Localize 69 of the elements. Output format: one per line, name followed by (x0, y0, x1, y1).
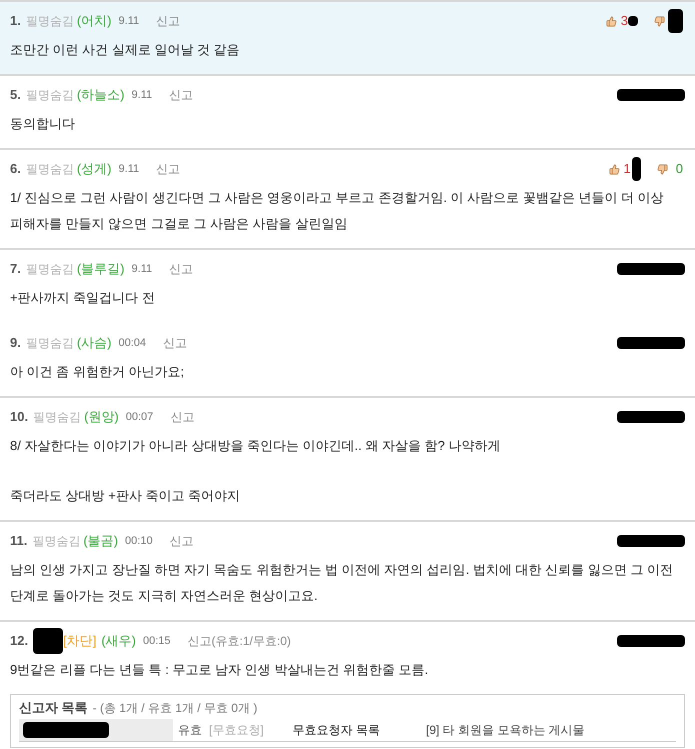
redaction-mark (617, 89, 685, 101)
report-status: 유효 (178, 722, 202, 738)
author-name: 필명숨김 (32, 533, 80, 550)
requesters-list-link[interactable]: 무효요청자 목록 (292, 720, 380, 738)
report-link[interactable]: 신고 (170, 532, 194, 550)
comment-time: 9.11 (118, 162, 140, 177)
comment-time: 00:04 (118, 336, 146, 351)
comment-time: 00:07 (126, 410, 154, 425)
report-link[interactable]: 신고(유효:1/무효:0) (188, 632, 291, 650)
author-name: 필명숨김 (26, 335, 74, 352)
comment-text: +판사까지 죽일겁니다 전 (10, 289, 156, 307)
comment-number: 11. (10, 532, 28, 550)
comment-time: 9.11 (118, 14, 140, 29)
redaction-mark (617, 263, 685, 275)
comment-number: 1. (10, 12, 21, 30)
redaction-mark (617, 411, 685, 423)
comment-number: 9. (10, 334, 21, 352)
report-link[interactable]: 신고 (156, 160, 180, 178)
comment-text: 남의 인생 가지고 장난질 하면 자기 목숨도 위험한거는 법 이전에 자연의 섭리임. 법치에 대한 신뢰를 잃으면 그 이전 단계로 돌아가는 것도 지극히 자연스러운 현상이고요. (10, 561, 674, 605)
report-link[interactable]: 신고 (170, 408, 194, 426)
upvote-count: 3 (620, 12, 628, 30)
nickname: (새우) (101, 632, 136, 650)
nickname: (어치) (76, 12, 112, 30)
thumbs-down-icon[interactable] (656, 164, 668, 174)
redaction-mark (33, 628, 64, 654)
comment-number: 10. (10, 408, 28, 426)
author-name: 필명숨김 (26, 87, 74, 104)
comment-number: 6. (10, 160, 21, 178)
comment-text: 아 이건 좀 위험한거 아닌가요; (10, 363, 186, 381)
upvote-count: 1 (624, 160, 631, 178)
comment-text: 1/ 진심으로 그런 사람이 생긴다면 그 사람은 영웅이라고 부르고 존경할거임. 이 사람으로 꽃뱀같은 년들이 더 이상 피해자를 만들지 않으면 그걸로 그 사람은 사람을 살린일임 (10, 189, 665, 233)
invalid-request-link[interactable]: [무효요청] (209, 720, 264, 738)
nickname: (사슴) (76, 334, 112, 352)
comment-number: 12. (10, 632, 28, 650)
thumbs-up-icon[interactable] (606, 16, 617, 26)
report-link[interactable]: 신고 (156, 12, 180, 30)
comment-text: 동의합니다 (10, 115, 76, 133)
comment-text: 8/ 자살한다는 이야기가 아니라 상대방을 죽인다는 이야긴데.. 왜 자살을 함? 나약하게 (10, 437, 502, 455)
nickname: (성게) (76, 160, 112, 178)
nickname: (하늘소) (76, 86, 125, 104)
comment-number: 7. (10, 260, 21, 278)
comment-text: 9번같은 리플 다는 년들 특 : 무고로 남자 인생 박살내는건 위험한줄 모름. (10, 661, 430, 679)
redaction-mark (617, 535, 685, 547)
nickname: (블루길) (76, 260, 125, 278)
redaction-mark (617, 635, 685, 647)
redaction-mark (617, 337, 685, 349)
comment-time: 00:15 (142, 634, 171, 649)
reporter-summary: - (총 1개 / 유효 1개 / 무효 0개 ) (92, 700, 258, 717)
comment-time: 9.11 (132, 262, 152, 277)
report-reason: [9] 타 회원을 모욕하는 게시물 (426, 722, 585, 738)
comment-number: 5. (10, 86, 21, 104)
thumbs-down-icon[interactable] (654, 16, 665, 26)
author-name: 필명숨김 (26, 13, 74, 30)
comment-time: 9.11 (132, 88, 152, 103)
blocked-tag: [차단] (63, 631, 96, 651)
report-link[interactable]: 신고 (169, 86, 194, 104)
nickname: (원앙) (84, 408, 119, 426)
downvote-count: 0 (676, 160, 683, 178)
comment-text: 조만간 이런 사건 실제로 일어날 것 같음 (10, 41, 241, 59)
author-name: 필명숨김 (26, 161, 74, 178)
thumbs-up-icon[interactable] (608, 164, 620, 174)
author-name: 필명숨김 (26, 261, 74, 278)
comment-text: 죽더라도 상대방 +판사 죽이고 죽어야지 (10, 487, 242, 505)
author-name: 필명숨김 (33, 409, 82, 426)
report-link[interactable]: 신고 (169, 260, 194, 278)
comment-time: 00:10 (125, 534, 153, 549)
reporter-list-title: 신고자 목록 (19, 699, 88, 718)
nickname: (불곰) (83, 532, 118, 550)
report-link[interactable]: 신고 (163, 334, 188, 352)
